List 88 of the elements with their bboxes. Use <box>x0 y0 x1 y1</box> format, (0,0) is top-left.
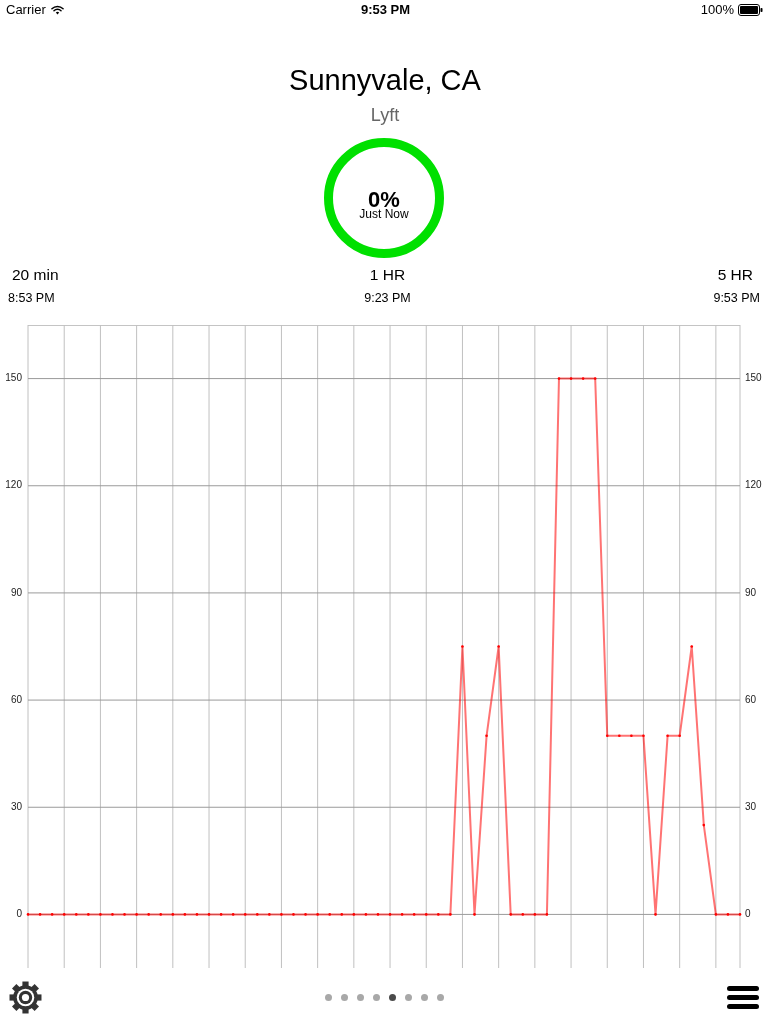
service-name: Lyft <box>369 104 400 126</box>
range-time: 8:53 PM <box>8 290 55 306</box>
data-point <box>485 734 488 738</box>
data-point <box>521 913 525 916</box>
y-axis-label: 60 <box>10 693 22 705</box>
data-point <box>111 913 114 916</box>
y-axis-label: 150 <box>745 372 762 384</box>
y-axis-label: 120 <box>745 479 762 491</box>
data-point <box>690 645 694 648</box>
data-point <box>87 913 90 916</box>
battery-icon <box>738 4 763 16</box>
data-point <box>38 913 42 916</box>
data-point <box>569 377 573 380</box>
location-title: Sunnyvale, CA <box>288 63 481 98</box>
data-point <box>183 913 187 916</box>
data-point <box>207 913 211 916</box>
data-point <box>243 913 247 916</box>
data-point <box>328 913 331 916</box>
data-point <box>400 913 404 916</box>
data-point <box>340 913 344 916</box>
wifi-icon <box>50 5 64 15</box>
data-point <box>364 913 368 916</box>
data-point <box>449 913 452 916</box>
data-point <box>123 913 126 916</box>
data-point <box>666 734 669 738</box>
data-point <box>593 377 597 380</box>
data-point <box>135 913 138 916</box>
data-point <box>195 913 199 916</box>
menu-icon[interactable] <box>727 986 759 1009</box>
carrier-name: Carrier <box>6 2 46 18</box>
data-point <box>280 913 283 916</box>
y-axis-label: 30 <box>745 800 757 812</box>
data-point <box>497 645 500 648</box>
data-point <box>702 823 706 827</box>
y-axis-label: 60 <box>745 693 757 705</box>
data-point <box>533 913 537 916</box>
y-axis-label: 0 <box>16 908 22 920</box>
data-point <box>461 645 464 648</box>
data-point <box>473 913 476 916</box>
data-point <box>437 913 440 916</box>
data-point <box>304 913 307 916</box>
range-label: 1 HR <box>369 266 406 284</box>
y-axis-label: 90 <box>745 586 757 598</box>
data-point <box>509 913 512 916</box>
data-point <box>557 377 561 380</box>
data-point <box>630 734 633 738</box>
range-label: 20 min <box>12 266 59 284</box>
data-point <box>256 913 259 916</box>
y-axis-label: 150 <box>5 372 22 384</box>
data-point <box>424 913 428 916</box>
y-axis-label: 90 <box>10 586 22 598</box>
y-axis-label: 30 <box>10 800 22 812</box>
data-point <box>159 913 163 916</box>
range-label: 5 HR <box>717 266 753 284</box>
data-point <box>219 913 223 916</box>
data-point <box>231 913 235 916</box>
data-point <box>678 734 681 738</box>
data-point <box>726 913 730 916</box>
y-axis-label: 120 <box>5 479 22 491</box>
data-point <box>62 913 66 916</box>
data-point <box>99 913 102 916</box>
data-point <box>714 913 718 916</box>
data-point <box>352 913 356 916</box>
data-point <box>388 913 392 916</box>
settings-icon[interactable] <box>9 981 42 1014</box>
data-point <box>376 913 380 916</box>
data-point <box>654 913 657 916</box>
data-point <box>618 734 621 738</box>
data-point <box>50 913 54 916</box>
y-axis-label: 0 <box>745 908 751 920</box>
range-time: 9:23 PM <box>364 290 411 306</box>
data-point <box>147 913 150 916</box>
data-point <box>171 913 175 916</box>
data-point <box>26 913 30 916</box>
data-point <box>605 734 609 738</box>
data-point <box>642 734 645 738</box>
range-time: 9:53 PM <box>713 290 760 306</box>
status-time: 9:53 PM <box>360 2 411 18</box>
data-point <box>545 913 549 916</box>
data-point <box>316 913 319 916</box>
battery-percentage: 100% <box>700 2 734 18</box>
data-point <box>581 377 585 380</box>
data-point <box>412 913 416 916</box>
updated-caption: Just Now <box>359 208 409 221</box>
data-point <box>268 913 271 916</box>
data-point <box>738 913 742 916</box>
data-point <box>74 913 78 916</box>
data-point <box>292 913 295 916</box>
